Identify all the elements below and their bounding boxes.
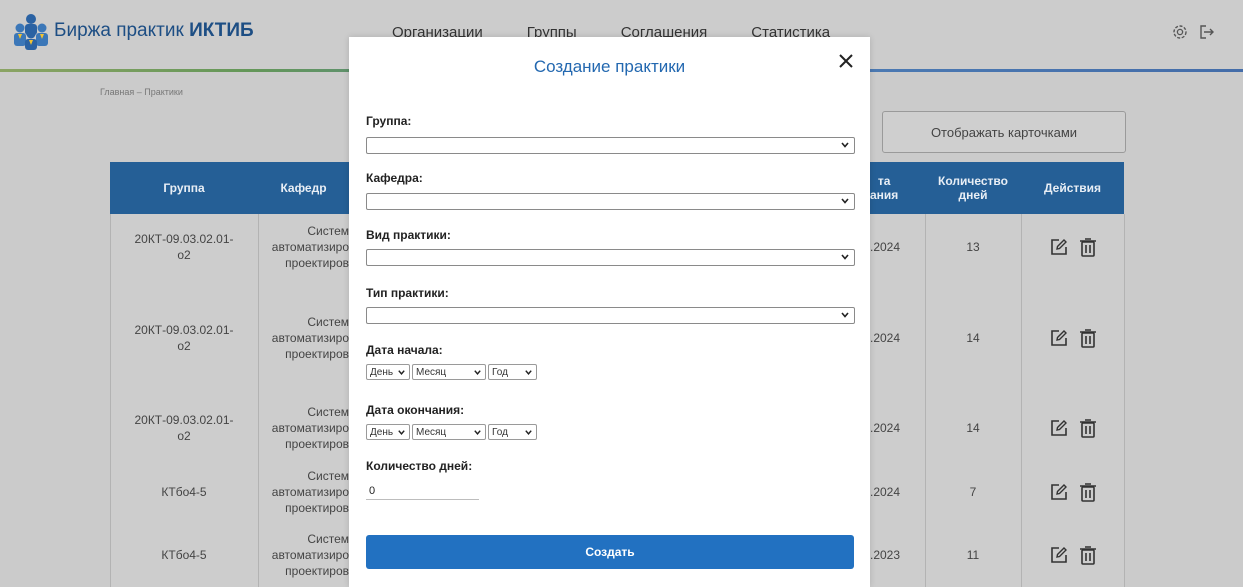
column-header-department: Кафедр — [258, 162, 349, 214]
cell-days: 7 — [969, 485, 977, 499]
chevron-down-icon — [841, 198, 849, 204]
logout-icon[interactable] — [1197, 23, 1215, 41]
end-month-value: Месяц — [416, 426, 447, 438]
cell-group: КТбо4-5 — [161, 548, 207, 562]
cell-end-date: .2024 — [870, 330, 901, 345]
cell-actions — [1021, 523, 1124, 587]
cell-actions — [1021, 461, 1124, 523]
cell-end-date: .2024 — [870, 240, 901, 254]
cell-department: Систем автоматизиро проектиров — [271, 314, 349, 361]
cell-actions — [1021, 280, 1124, 395]
chevron-down-icon — [841, 312, 849, 318]
cell-group: 20КТ-09.03.02.01- о2 — [134, 322, 234, 353]
logo-people-icon — [14, 14, 48, 50]
logo-text-bold: ИКТИБ — [189, 20, 254, 41]
column-divider — [258, 214, 259, 587]
practice-type-label: Тип практики: — [366, 286, 449, 300]
start-year-select[interactable]: Год — [488, 364, 537, 380]
trash-icon[interactable] — [1079, 482, 1097, 502]
end-day-select[interactable]: День — [366, 424, 410, 440]
end-date-label: Дата окончания: — [366, 403, 465, 417]
column-header-actions: Действия — [1021, 162, 1124, 214]
end-year-value: Год — [492, 426, 508, 438]
chevron-down-icon — [474, 430, 481, 435]
start-date-label: Дата начала: — [366, 343, 443, 357]
cell-department: Систем автоматизиро проектиров — [271, 224, 349, 270]
column-header-end-date: та ания — [870, 162, 925, 214]
practice-type-select[interactable] — [366, 307, 855, 324]
edit-icon[interactable] — [1049, 237, 1069, 257]
days-count-label: Количество дней: — [366, 459, 473, 473]
column-divider — [925, 214, 926, 587]
edit-icon[interactable] — [1049, 482, 1069, 502]
group-select[interactable] — [366, 137, 855, 154]
chevron-down-icon — [841, 142, 849, 148]
logo-text-regular: Биржа практик — [54, 20, 190, 41]
practice-kind-label: Вид практики: — [366, 228, 451, 242]
start-day-select[interactable]: День — [366, 364, 410, 380]
cell-days: 11 — [966, 548, 980, 562]
column-divider — [1021, 214, 1022, 587]
cell-actions — [1021, 214, 1124, 280]
edit-icon[interactable] — [1049, 545, 1069, 565]
trash-icon[interactable] — [1079, 418, 1097, 438]
cell-group: 20КТ-09.03.02.01- о2 — [134, 413, 234, 443]
column-header-group: Группа — [110, 162, 258, 214]
edit-icon[interactable] — [1049, 418, 1069, 438]
department-select[interactable] — [366, 193, 855, 210]
cell-actions — [1021, 395, 1124, 461]
chevron-down-icon — [525, 370, 532, 375]
chevron-down-icon — [398, 370, 405, 375]
cell-group: 20КТ-09.03.02.01- о2 — [134, 232, 234, 262]
trash-icon[interactable] — [1079, 237, 1097, 257]
logo[interactable]: Биржа практик ИКТИБ — [12, 12, 254, 50]
group-label: Группа: — [366, 114, 412, 128]
start-month-value: Месяц — [416, 366, 447, 378]
end-month-select[interactable]: Месяц — [412, 424, 486, 440]
cell-department: Систем автоматизиро проектиров — [271, 469, 349, 515]
start-month-select[interactable]: Месяц — [412, 364, 486, 380]
create-button[interactable]: Создать — [366, 535, 854, 569]
chevron-down-icon — [398, 430, 405, 435]
trash-icon[interactable] — [1079, 545, 1097, 565]
cell-end-date: .2023 — [870, 548, 901, 562]
cell-end-date: .2024 — [870, 485, 901, 499]
breadcrumb[interactable]: Главная – Практики — [100, 87, 183, 97]
cell-days: 14 — [966, 330, 980, 345]
practice-kind-select[interactable] — [366, 249, 855, 266]
gear-icon[interactable] — [1171, 23, 1189, 41]
end-day-value: День — [370, 426, 394, 438]
chevron-down-icon — [841, 254, 849, 260]
trash-icon[interactable] — [1079, 328, 1097, 348]
display-as-cards-button[interactable]: Отображать карточками — [882, 111, 1126, 153]
cell-department: Систем автоматизиро проектиров — [271, 405, 349, 451]
modal-title: Создание практики — [533, 57, 686, 76]
end-year-select[interactable]: Год — [488, 424, 537, 440]
cell-department: Систем автоматизиро проектиров — [271, 532, 349, 578]
cell-days: 14 — [966, 421, 980, 435]
logo-text: Биржа практик ИКТИБ — [54, 20, 254, 42]
column-divider — [110, 214, 111, 587]
days-count-input[interactable]: 0 — [366, 483, 479, 500]
create-practice-modal: Создание практики Группа: Кафедра: Вид п… — [349, 37, 870, 587]
edit-icon[interactable] — [1049, 328, 1069, 348]
start-day-value: День — [370, 366, 394, 378]
column-divider — [1124, 214, 1125, 587]
department-label: Кафедра: — [366, 171, 423, 185]
cell-end-date: .2024 — [870, 421, 901, 435]
cell-days: 13 — [966, 240, 980, 254]
close-icon[interactable] — [836, 51, 856, 71]
chevron-down-icon — [525, 430, 532, 435]
column-header-days: Количество дней — [925, 162, 1021, 214]
cell-group: КТбо4-5 — [161, 485, 207, 499]
chevron-down-icon — [474, 370, 481, 375]
start-year-value: Год — [492, 366, 508, 378]
